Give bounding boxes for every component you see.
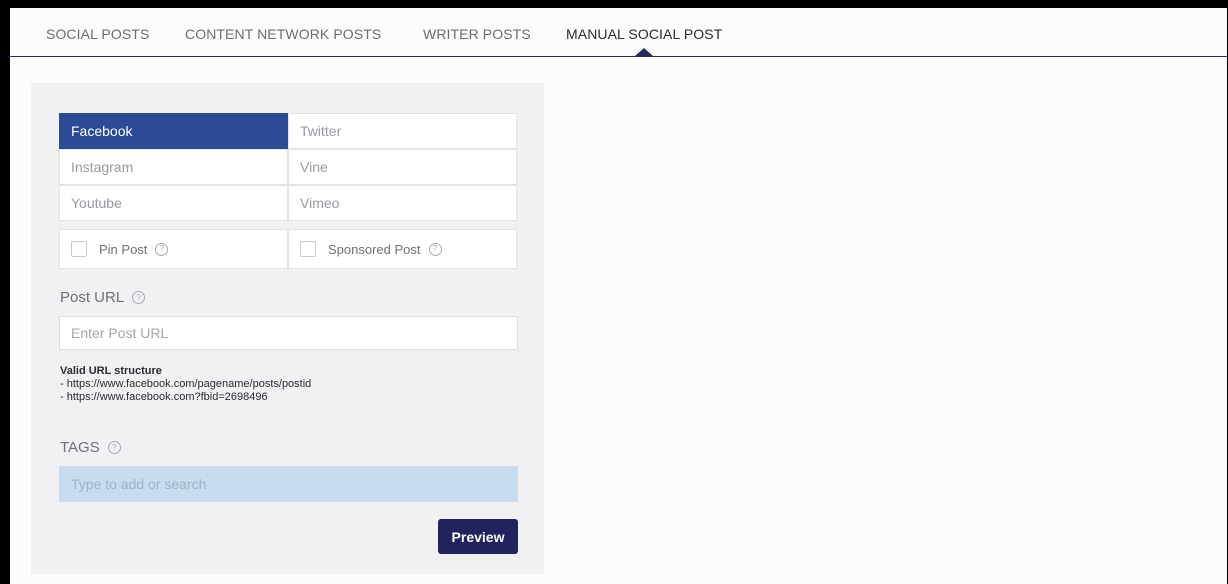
hint-line: - https://www.facebook.com/pagename/post… xyxy=(60,378,312,390)
platform-vine[interactable]: Vine xyxy=(288,149,517,185)
help-icon[interactable]: ? xyxy=(132,291,146,304)
sponsored-post-checkbox[interactable] xyxy=(300,241,316,257)
sponsored-post-label: Sponsored Post xyxy=(328,241,421,257)
post-url-input[interactable]: Enter Post URL xyxy=(59,316,518,350)
hint-line: - https://www.facebook.com?fbid=2698496 xyxy=(60,391,268,403)
platform-vimeo[interactable]: Vimeo xyxy=(288,185,517,221)
tab-bar: SOCIAL POSTS CONTENT NETWORK POSTS WRITE… xyxy=(10,8,1227,57)
tab-content-network-posts[interactable]: CONTENT NETWORK POSTS xyxy=(185,26,381,42)
pin-post-label: Pin Post xyxy=(99,241,148,257)
post-url-label-row: Post URL ? xyxy=(60,289,146,306)
app-frame: SOCIAL POSTS CONTENT NETWORK POSTS WRITE… xyxy=(10,8,1227,584)
hint-title: Valid URL structure xyxy=(60,365,162,377)
tab-writer-posts[interactable]: WRITER POSTS xyxy=(423,26,531,42)
help-icon[interactable]: ? xyxy=(155,242,169,256)
platform-instagram[interactable]: Instagram xyxy=(59,149,288,185)
sponsored-post-option[interactable]: Sponsored Post ? xyxy=(288,229,517,269)
tags-label-row: TAGS ? xyxy=(60,439,121,456)
tags-input[interactable]: Type to add or search xyxy=(59,466,518,502)
tags-label: TAGS xyxy=(60,439,100,456)
pin-post-checkbox[interactable] xyxy=(71,241,87,257)
help-icon[interactable]: ? xyxy=(428,242,442,256)
pin-post-option[interactable]: Pin Post ? xyxy=(59,229,288,269)
platform-youtube[interactable]: Youtube xyxy=(59,185,288,221)
preview-button[interactable]: Preview xyxy=(438,519,518,554)
active-tab-indicator xyxy=(635,48,653,56)
tab-manual-social-post[interactable]: MANUAL SOCIAL POST xyxy=(566,26,722,42)
help-icon[interactable]: ? xyxy=(107,441,121,454)
manual-post-panel: Facebook Twitter Instagram Vine Youtube … xyxy=(31,83,544,574)
url-structure-hint: Valid URL structure - https://www.facebo… xyxy=(60,365,311,404)
tab-social-posts[interactable]: SOCIAL POSTS xyxy=(46,26,149,42)
post-url-label: Post URL xyxy=(60,289,125,306)
platform-facebook[interactable]: Facebook xyxy=(59,113,288,149)
platform-twitter[interactable]: Twitter xyxy=(288,113,517,149)
